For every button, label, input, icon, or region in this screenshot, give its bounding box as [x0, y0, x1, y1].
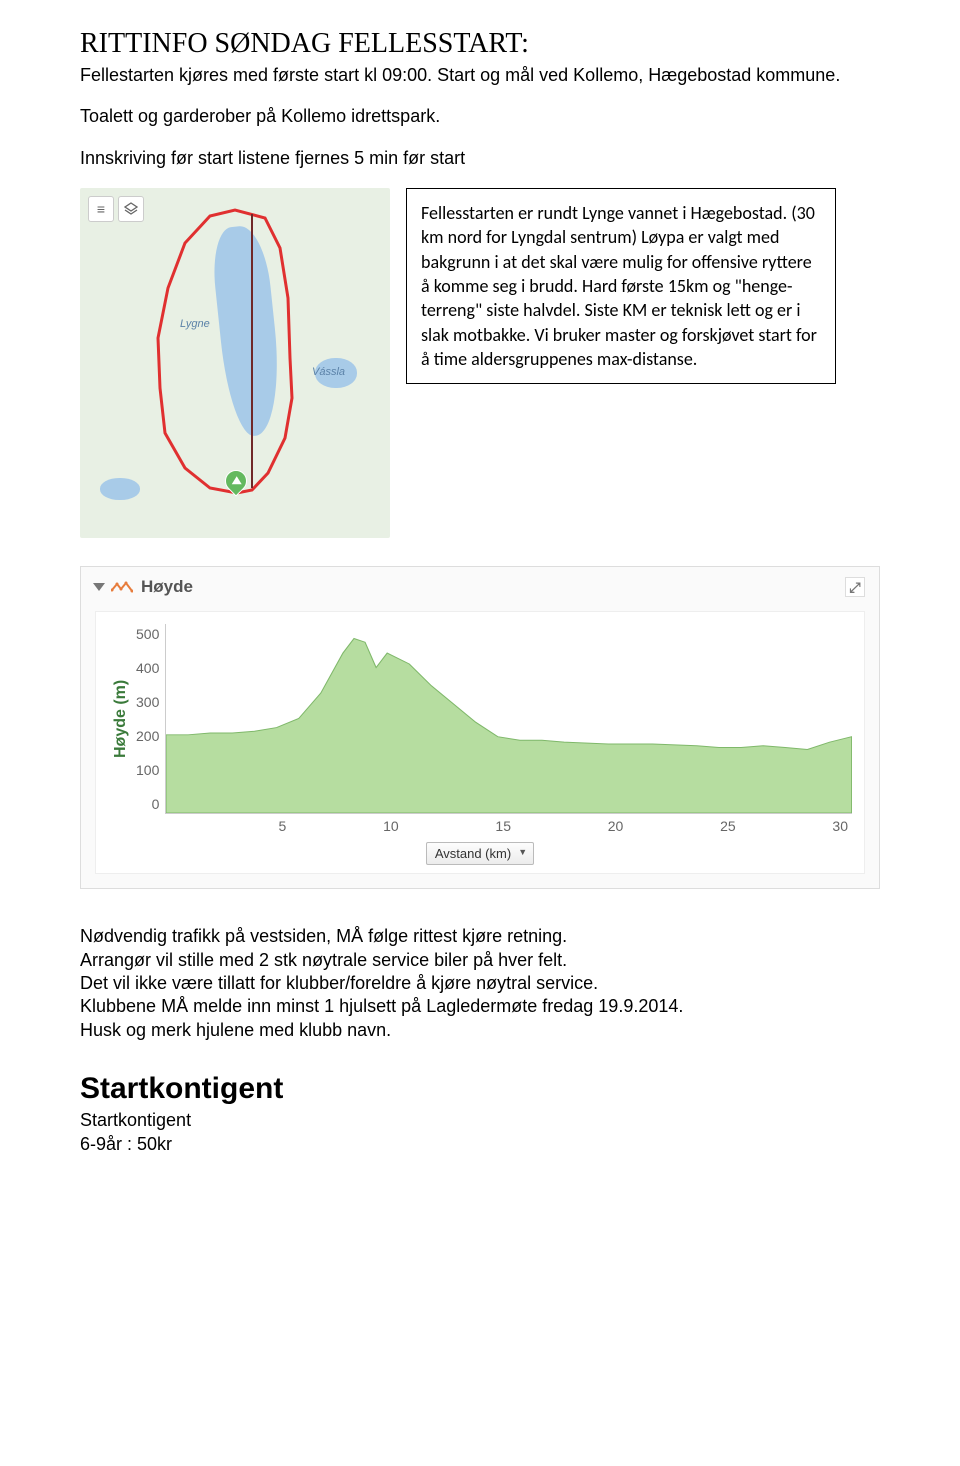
elevation-series-icon	[111, 580, 133, 594]
note-line: Arrangør vil stille med 2 stk nøytrale s…	[80, 949, 880, 972]
chart-y-axis-ticks: 500 400 300 200 100 0	[134, 624, 165, 814]
ytick: 200	[136, 728, 159, 744]
collapse-triangle-icon	[93, 583, 105, 591]
xtick: 15	[495, 818, 511, 834]
x-axis-unit-select[interactable]: Avstand (km)	[426, 842, 534, 865]
fee-line: 6-9år : 50kr	[80, 1132, 880, 1156]
page-title: RITTINFO SØNDAG FELLESSTART:	[80, 28, 880, 60]
route-description-box: Fellesstarten er rundt Lynge vannet i Hæ…	[406, 188, 836, 384]
note-line: Klubbene MÅ melde inn minst 1 hjulsett p…	[80, 995, 880, 1018]
fee-subheading: Startkontigent	[80, 1108, 880, 1132]
note-line: Nødvendig trafikk på vestsiden, MÅ følge…	[80, 925, 880, 948]
map-menu-button[interactable]: ≡	[88, 196, 114, 222]
note-line: Det vil ikke være tillatt for klubber/fo…	[80, 972, 880, 995]
chart-x-axis-ticks: 0 5 10 15 20 25 30	[170, 814, 852, 834]
ytick: 0	[152, 796, 160, 812]
ytick: 400	[136, 660, 159, 676]
note-line: Husk og merk hjulene med klubb navn.	[80, 1019, 880, 1042]
ytick: 500	[136, 626, 159, 642]
ytick: 300	[136, 694, 159, 710]
xtick: 30	[832, 818, 848, 834]
intro-paragraph-3: Innskriving før start listene fjernes 5 …	[80, 147, 880, 170]
chart-plot-area	[165, 624, 852, 814]
map-and-description-row: Lygne Vássla ≡ Fellesstarten er rundt Ly…	[80, 188, 880, 538]
xtick: 5	[279, 818, 287, 834]
xtick: 20	[608, 818, 624, 834]
intro-paragraph-2: Toalett og garderober på Kollemo idretts…	[80, 105, 880, 128]
elevation-panel: Høyde ⤢ Høyde (m) 500 400 300 200 100 0 …	[80, 566, 880, 889]
elevation-panel-header[interactable]: Høyde ⤢	[95, 577, 865, 597]
xtick: 25	[720, 818, 736, 834]
chart-y-axis-label: Høyde (m)	[108, 624, 134, 814]
route-map[interactable]: Lygne Vássla ≡	[80, 188, 390, 538]
layers-icon	[124, 202, 138, 216]
expand-icon[interactable]: ⤢	[845, 577, 865, 597]
map-controls: ≡	[88, 196, 144, 222]
xtick: 10	[383, 818, 399, 834]
ytick: 100	[136, 762, 159, 778]
fee-heading: Startkontigent	[80, 1072, 880, 1106]
map-layers-button[interactable]	[118, 196, 144, 222]
intro-paragraph-1: Fellestarten kjøres med første start kl …	[80, 64, 880, 87]
elevation-chart: Høyde (m) 500 400 300 200 100 0 0 5 10 1…	[95, 611, 865, 874]
bottom-notes: Nødvendig trafikk på vestsiden, MÅ følge…	[80, 925, 880, 1042]
elevation-panel-title: Høyde	[141, 577, 193, 597]
